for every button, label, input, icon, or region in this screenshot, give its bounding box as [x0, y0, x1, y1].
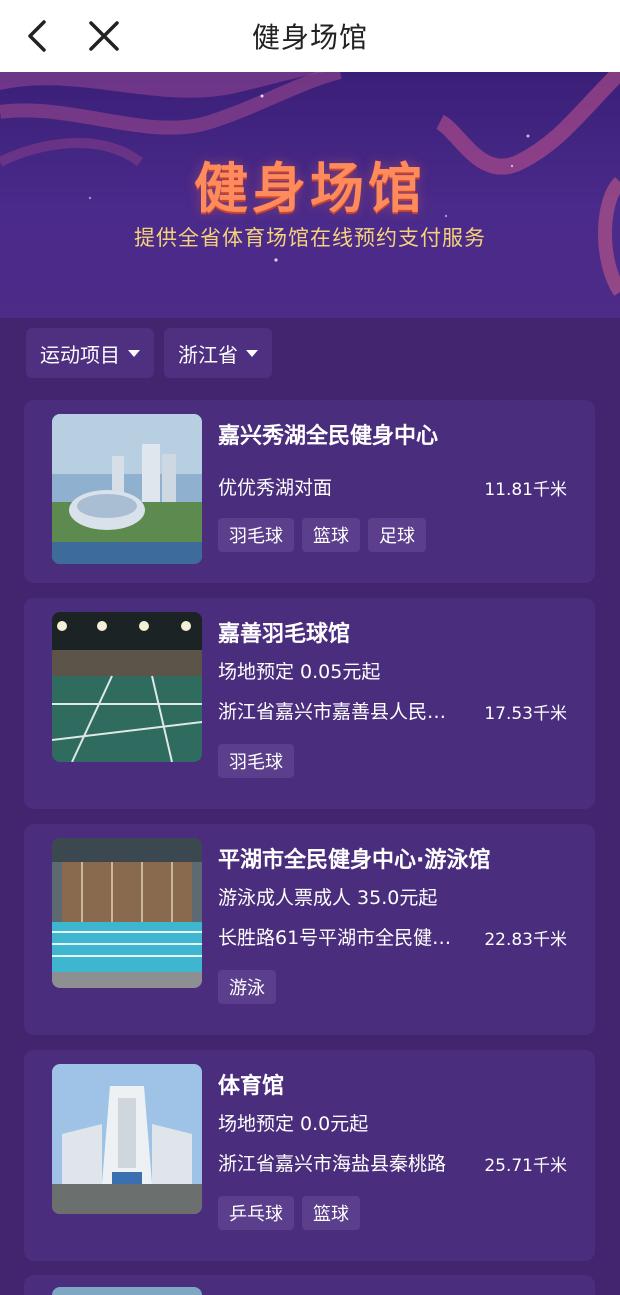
- venue-card[interactable]: 平湖市全民健身中心·游泳馆 游泳成人票成人 35.0元起 长胜路61号平湖市全民…: [24, 824, 595, 1035]
- sport-filter-dropdown[interactable]: 运动项目: [26, 328, 154, 378]
- filter-bar: 运动项目 浙江省: [26, 328, 272, 378]
- province-filter-dropdown[interactable]: 浙江省: [164, 328, 272, 378]
- page-title: 健身场馆: [251, 21, 368, 54]
- sport-tag: 足球: [368, 518, 426, 552]
- venue-name: 嘉兴秀湖全民健身中心: [218, 424, 439, 449]
- sport-tag: 羽毛球: [218, 744, 294, 778]
- filter-label: 浙江省: [178, 342, 238, 367]
- venue-tags: 羽毛球: [218, 744, 294, 778]
- sport-tag: 游泳: [218, 970, 276, 1004]
- venue-tags: 乒乓球 篮球: [218, 1196, 360, 1230]
- venue-card[interactable]: 体育馆 场地预定 0.0元起 浙江省嘉兴市海盐县秦桃路 25.71千米 乒乓球 …: [24, 1050, 595, 1261]
- chevron-down-icon: [128, 349, 140, 357]
- venue-distance: 22.83千米: [484, 930, 567, 950]
- venue-photo: [52, 414, 202, 564]
- sport-tag: 乒乓球: [218, 1196, 294, 1230]
- top-navigation-bar: 健身场馆: [0, 0, 620, 72]
- banner-subtitle: 提供全省体育场馆在线预约支付服务: [134, 226, 486, 250]
- venue-name: 体育馆: [218, 1074, 285, 1099]
- venue-photo: [52, 612, 202, 762]
- sport-tag: 篮球: [302, 518, 360, 552]
- chevron-down-icon: [246, 349, 258, 357]
- venue-address: 浙江省嘉兴市海盐县秦桃路: [218, 1153, 447, 1175]
- venue-card[interactable]: 嘉善羽毛球馆 场地预定 0.05元起 浙江省嘉兴市嘉善县人民… 17.53千米 …: [24, 598, 595, 809]
- venue-photo: [52, 838, 202, 988]
- close-icon[interactable]: [84, 16, 124, 56]
- venue-distance: 25.71千米: [484, 1156, 567, 1176]
- venue-card[interactable]: [24, 1275, 595, 1295]
- venue-distance: 17.53千米: [484, 704, 567, 724]
- venue-name: 平湖市全民健身中心·游泳馆: [218, 848, 491, 873]
- venue-name: 嘉善羽毛球馆: [218, 622, 351, 647]
- venue-price: 场地预定 0.0元起: [218, 1113, 369, 1135]
- hero-banner: 健身场馆 提供全省体育场馆在线预约支付服务: [0, 72, 620, 318]
- venue-address: 优优秀湖对面: [218, 477, 333, 499]
- venue-address: 浙江省嘉兴市嘉善县人民…: [218, 701, 447, 723]
- venue-distance: 11.81千米: [484, 480, 567, 500]
- venue-price: 场地预定 0.05元起: [218, 661, 381, 683]
- venue-photo: [52, 1287, 202, 1295]
- sport-tag: 篮球: [302, 1196, 360, 1230]
- venue-address: 长胜路61号平湖市全民健…: [218, 927, 452, 949]
- venue-tags: 羽毛球 篮球 足球: [218, 518, 426, 552]
- venue-photo: [52, 1064, 202, 1214]
- back-arrow-icon[interactable]: [20, 16, 60, 56]
- sport-tag: 羽毛球: [218, 518, 294, 552]
- venue-price: 游泳成人票成人 35.0元起: [218, 887, 438, 909]
- banner-headline: 健身场馆: [194, 157, 426, 220]
- venue-tags: 游泳: [218, 970, 276, 1004]
- filter-label: 运动项目: [40, 342, 120, 367]
- venue-card[interactable]: 嘉兴秀湖全民健身中心 优优秀湖对面 11.81千米 羽毛球 篮球 足球: [24, 400, 595, 583]
